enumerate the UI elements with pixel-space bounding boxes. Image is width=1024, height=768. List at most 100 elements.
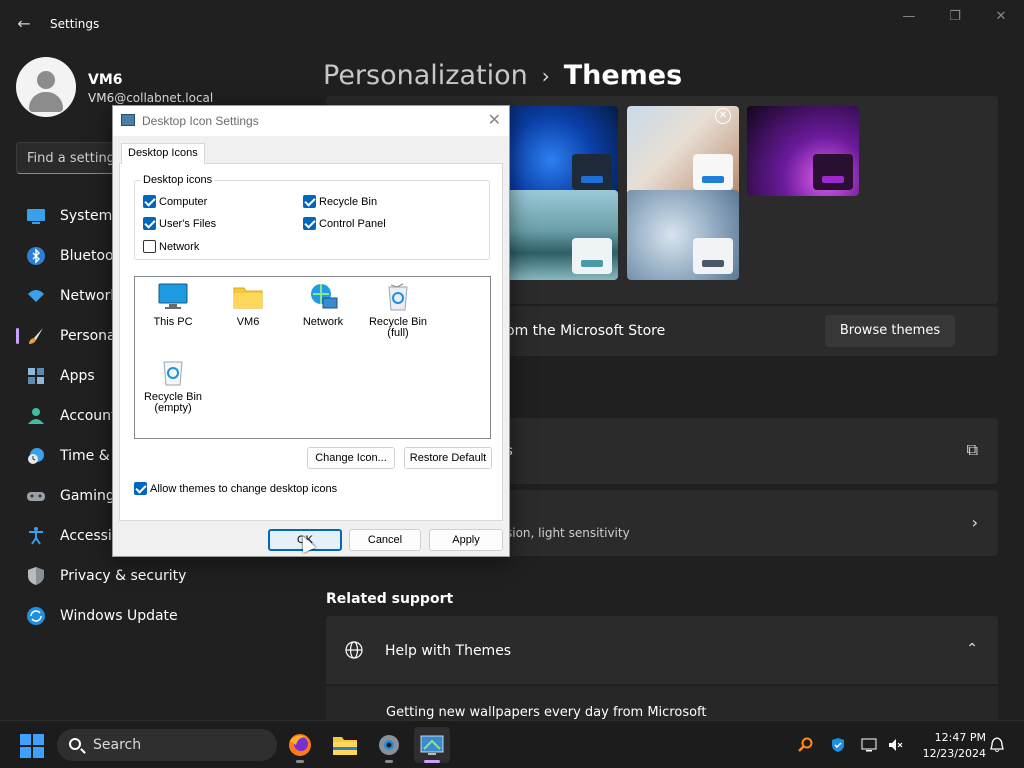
desktop-icon-settings-dialog: Desktop Icon Settings ✕ Desktop Icons De… [112,105,510,557]
apps-icon [26,366,46,386]
icon-label: This PC [153,316,193,328]
tab-panel: Desktop icons Computer Recycle Bin User'… [119,163,503,521]
sidebar-item-label: Apps [60,368,95,384]
icon-label: Recycle Bin (empty) [143,391,203,414]
system-clock[interactable]: 12:47 PM 12/23/2024 [916,730,986,762]
title-bar: ← Settings — ❐ ✕ [0,0,1024,48]
taskbar-settings[interactable] [371,727,407,763]
checkbox-label: Computer [159,195,208,208]
row-subtitle: sion, light sensitivity [506,526,630,540]
checkbox-allow-themes[interactable]: Allow themes to change desktop icons [134,482,337,495]
checkbox-box[interactable] [143,217,156,230]
user-name: VM6 [88,72,123,88]
maximize-button[interactable]: ❐ [940,8,970,26]
close-icon[interactable]: ✕ [715,108,731,124]
related-support-heading: Related support [326,591,454,607]
running-indicator [296,760,304,763]
clock-time: 12:47 PM [934,731,986,744]
folder-icon [233,283,263,311]
help-link-row: Getting new wallpapers every day from Mi… [326,686,998,720]
icon-item-recycle-bin-empty[interactable]: Recycle Bin (empty) [135,358,211,414]
dialog-app-icon [121,114,135,126]
page-title: Themes [563,60,683,91]
sidebar-item-label: System [60,208,113,224]
monitor-icon [26,206,46,226]
firefox-icon [289,734,311,756]
checkbox-box[interactable] [303,195,316,208]
sidebar-item-label: Time & l [60,448,118,464]
taskbar-firefox[interactable] [282,727,318,763]
person-icon [26,406,46,426]
chevron-right-icon: › [971,513,978,532]
brush-icon [26,326,46,346]
sidebar-item-windows-update[interactable]: Windows Update [16,596,296,636]
theme-thumbnail-glow[interactable] [747,106,859,196]
checkbox-box[interactable] [303,217,316,230]
store-text: om the Microsoft Store [506,323,666,339]
checkbox-network[interactable]: Network [143,240,199,253]
theme-thumbnail-captured-motion[interactable] [627,190,739,280]
sidebar-item-label: Bluetoot [60,248,120,264]
gear-icon [379,735,399,755]
taskbar-file-explorer[interactable] [327,727,363,763]
active-indicator [424,760,440,763]
browse-themes-button[interactable]: Browse themes [825,315,955,347]
checkbox-control-panel[interactable]: Control Panel [303,217,386,230]
icon-item-this-pc[interactable]: This PC [135,283,211,328]
restore-default-button[interactable]: Restore Default [404,447,492,469]
dialog-title: Desktop Icon Settings [142,114,259,128]
magnifier-tray-icon[interactable] [797,737,813,753]
apply-button[interactable]: Apply [429,529,503,551]
change-icon-button[interactable]: Change Icon... [307,447,395,469]
checkbox-box[interactable] [143,195,156,208]
checkbox-users-files[interactable]: User's Files [143,217,216,230]
volume-muted-tray-icon[interactable] [887,737,903,753]
cancel-button[interactable]: Cancel [349,529,421,551]
file-explorer-icon [333,737,357,755]
controller-icon [26,486,46,506]
theme-thumbnail-lake[interactable] [506,190,618,280]
theme-thumbnail-windows-blue[interactable] [506,106,618,196]
taskbar-desktop-icon-settings[interactable] [414,727,450,763]
avatar[interactable] [16,57,76,117]
taskbar-search-label: Search [93,737,142,753]
desktop-icon-list: This PC VM6 Network Recycle Bin (full) R… [134,276,491,439]
sidebar-item-privacy[interactable]: Privacy & security [16,556,296,596]
icon-item-recycle-bin-full[interactable]: Recycle Bin (full) [360,283,436,339]
breadcrumb-parent[interactable]: Personalization [323,60,528,91]
accessibility-icon [26,526,46,546]
checkbox-label: Allow themes to change desktop icons [150,482,338,495]
checkbox-label: Recycle Bin [319,195,378,208]
tab-desktop-icons[interactable]: Desktop Icons [121,143,205,164]
icon-label: VM6 [236,316,260,328]
clock-globe-icon [26,446,46,466]
back-arrow-icon[interactable]: ← [14,14,34,34]
checkbox-label: Control Panel [319,217,386,230]
checkbox-recycle-bin[interactable]: Recycle Bin [303,195,377,208]
help-title: Help with Themes [385,643,512,659]
theme-thumbnail-flowers[interactable]: ✕ [627,106,739,196]
dialog-close-icon[interactable]: ✕ [488,110,501,130]
search-icon [69,738,81,750]
app-title: Settings [50,17,100,31]
minimize-button[interactable]: — [894,8,924,26]
start-windows-icon[interactable] [20,734,44,758]
checkbox-box[interactable] [143,240,156,253]
pc-icon [158,283,188,311]
network-tray-icon[interactable] [861,737,877,753]
help-with-themes-expander[interactable]: Help with Themes ⌃ [326,616,998,684]
close-button[interactable]: ✕ [986,8,1016,26]
icon-item-network[interactable]: Network [285,283,361,328]
sidebar-item-label: Privacy & security [60,568,187,584]
display-settings-icon [420,735,444,755]
help-link-wallpapers[interactable]: Getting new wallpapers every day from Mi… [386,705,707,720]
taskbar-search[interactable]: Search [57,729,277,761]
breadcrumb: Personalization › Themes [323,60,682,91]
defender-shield-tray-icon[interactable] [830,737,846,753]
notification-bell-icon[interactable] [989,737,1005,753]
icon-item-user-folder[interactable]: VM6 [210,283,286,328]
checkbox-box[interactable] [134,482,147,495]
checkbox-computer[interactable]: Computer [143,195,207,208]
user-email: VM6@collabnet.local [88,91,214,105]
globe-icon [344,640,364,660]
